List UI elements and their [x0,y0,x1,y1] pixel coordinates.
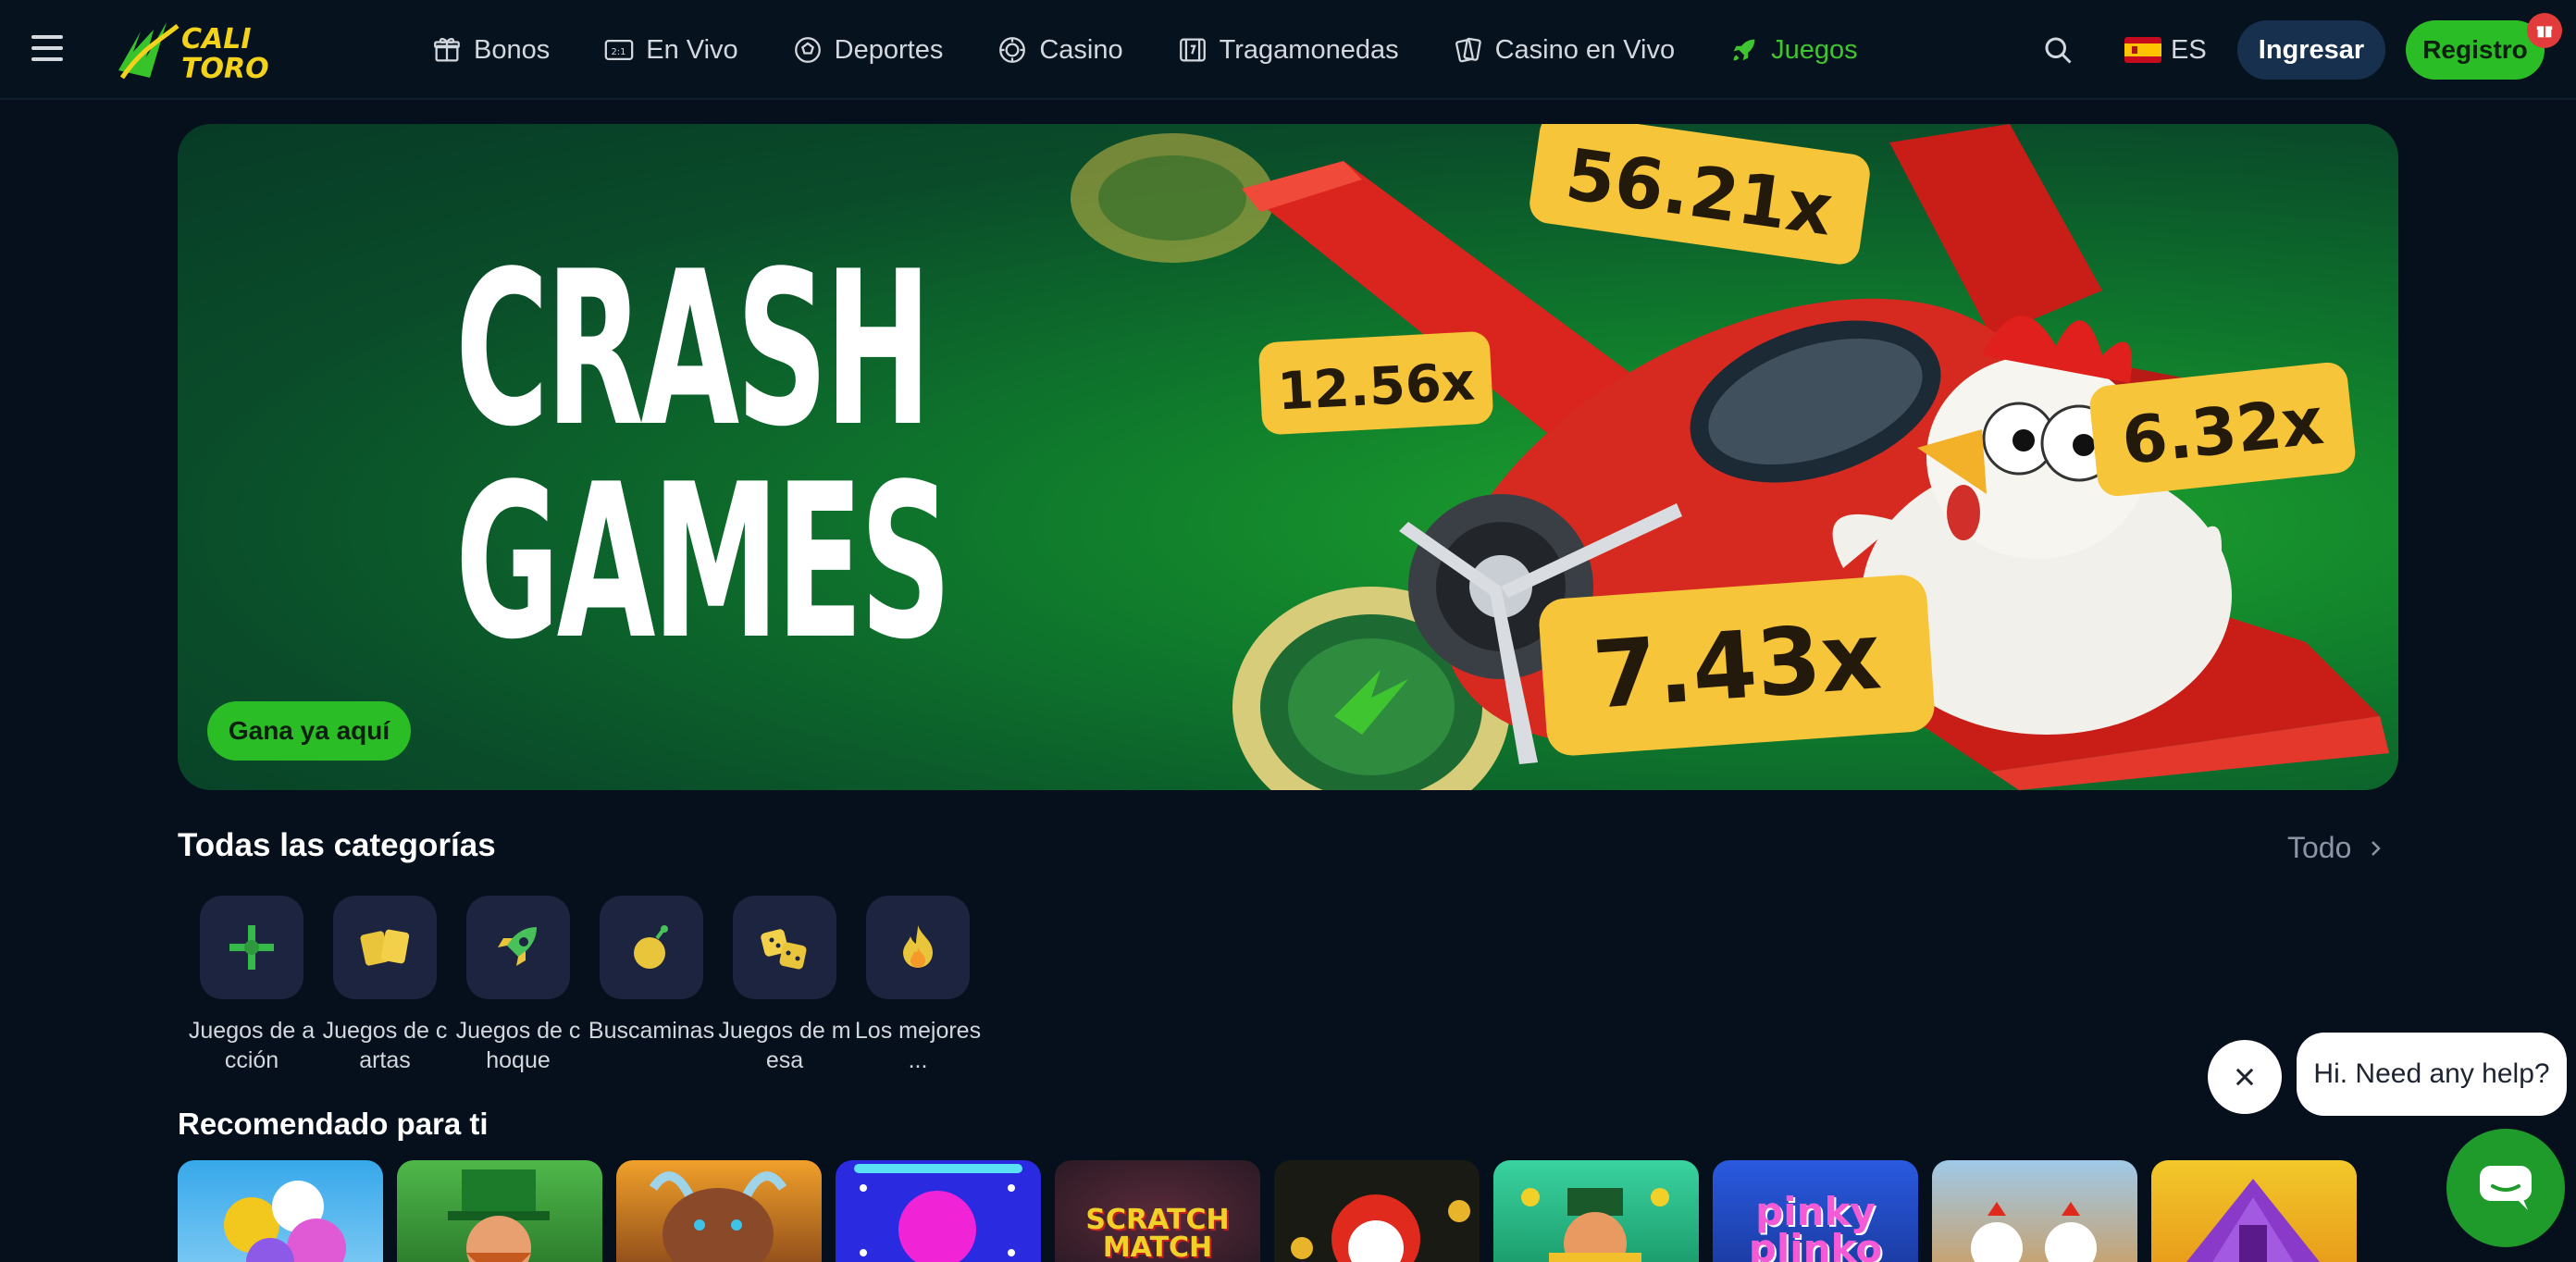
nav-label: Casino [1039,34,1123,65]
language-code: ES [2171,34,2207,65]
brand-logo[interactable]: CALI TORO [113,13,279,87]
gift-icon [434,38,460,62]
live-score-icon: 2:1 [604,39,634,61]
dice-icon [733,896,836,999]
hero-banner[interactable]: 56.21x 12.56x 6.32x 7.43x CRASH GAMES Ga… [178,124,2398,790]
game-title: pinky plinko [1748,1189,1883,1262]
category-label: Juegos de acción [188,1018,316,1073]
nav-item-deportes[interactable]: Deportes [792,34,944,66]
rocket-icon [1733,39,1755,61]
nav-item-juegos[interactable]: Juegos [1728,34,1858,66]
chat-icon [2480,1166,2532,1210]
category-list: Juegos de acción Juegos de cartas Juegos… [185,896,985,1075]
category-label: Buscaminas [588,1018,715,1044]
multiplier-tag: 56.21x [1530,124,1870,265]
nav-item-casino[interactable]: Casino [997,34,1123,66]
nav-label: Deportes [834,34,944,65]
playing-cards-icon [1455,37,1481,63]
category-item-choque[interactable]: Juegos de choque [452,896,585,1075]
category-item-buscaminas[interactable]: Buscaminas [585,896,718,1075]
nav-item-casino-en-vivo[interactable]: Casino en Vivo [1453,34,1676,66]
gift-badge-icon[interactable] [2527,13,2562,48]
chat-launcher-button[interactable] [2446,1129,2565,1247]
chevron-right-icon [2372,840,2382,856]
rocket-icon [466,896,570,999]
game-carousel: SCRATCH MATCH pinky plinko [178,1160,2371,1262]
category-item-accion[interactable]: Juegos de acción [185,896,318,1075]
nav-label: Juegos [1771,34,1858,65]
flame-icon [866,896,970,999]
nav-item-en-vivo[interactable]: 2:1 En Vivo [603,34,738,66]
banner-title-line-1: CRASH [455,227,932,474]
svg-text:7.43x: 7.43x [1590,601,1885,729]
game-card-leprechaun-gold[interactable] [1493,1160,1699,1262]
search-icon[interactable] [2041,33,2074,67]
nav-label: Tragamonedas [1219,34,1399,65]
language-selector[interactable]: ES [2124,28,2207,72]
nav-label: En Vivo [646,34,738,65]
main-nav: Bonos 2:1 En Vivo Deportes Casino Tragam… [431,0,1912,100]
category-item-mesa[interactable]: Juegos de mesa [718,896,851,1075]
game-card-leprechaun[interactable] [397,1160,602,1262]
game-card-aztec-pyramid[interactable] [2151,1160,2357,1262]
category-label: Juegos de mesa [718,1018,851,1073]
game-card-buffalo[interactable] [616,1160,822,1262]
crossed-swords-icon [200,896,303,999]
banner-title-line-2: GAMES [455,439,952,687]
categories-title: Todas las categorías [178,827,496,863]
game-title: SCRATCH MATCH [1085,1204,1230,1262]
svg-text:2:1: 2:1 [612,47,626,57]
multiplier-tag: 12.56x [1258,331,1493,435]
login-button[interactable]: Ingresar [2237,20,2385,80]
top-header: CALI TORO Bonos 2:1 En Vivo Deportes Cas… [0,0,2576,100]
svg-text:12.56x: 12.56x [1276,352,1476,422]
view-all-link[interactable]: Todo [2287,831,2386,865]
game-card-plinko-ball[interactable] [836,1160,1041,1262]
banner-cta-button[interactable]: Gana ya aquí [207,701,411,761]
category-label: Juegos de choque [455,1018,581,1073]
close-icon [2235,1068,2254,1086]
multiplier-tag: 7.43x [1539,575,1935,756]
game-card-balloons[interactable] [178,1160,383,1262]
brand-line-2: TORO [181,53,269,85]
spain-flag-icon [2124,37,2161,63]
recommended-title: Recomendado para ti [178,1107,489,1141]
category-label: Juegos de cartas [322,1018,448,1073]
brand-line-1: CALI [181,23,252,56]
game-card-pinky-plinko[interactable]: pinky plinko [1713,1160,1918,1262]
close-chat-button[interactable] [2208,1040,2282,1114]
category-item-cartas[interactable]: Juegos de cartas [318,896,452,1075]
game-card-chickens[interactable] [1932,1160,2137,1262]
nav-label: Casino en Vivo [1494,34,1676,65]
register-button[interactable]: Registro [2406,20,2545,80]
nav-item-tragamonedas[interactable]: Tragamonedas [1177,34,1399,66]
nav-item-bonos[interactable]: Bonos [431,34,550,66]
soccer-ball-icon [794,37,821,63]
chat-message[interactable]: Hi. Need any help? [2297,1033,2567,1116]
category-label: Los mejores ... [854,1018,982,1073]
nav-label: Bonos [474,34,551,65]
view-all-label: Todo [2287,831,2352,864]
slot-machine-icon [1179,38,1206,62]
casino-chip-icon [999,37,1026,63]
banner-title: CRASH GAMES [455,227,952,687]
category-item-mejores[interactable]: Los mejores ... [851,896,985,1075]
menu-icon[interactable] [31,35,63,63]
game-card-chicken-coins[interactable] [1274,1160,1480,1262]
game-card-scratch-match[interactable]: SCRATCH MATCH [1055,1160,1260,1262]
cards-icon [333,896,437,999]
bomb-icon [600,896,703,999]
